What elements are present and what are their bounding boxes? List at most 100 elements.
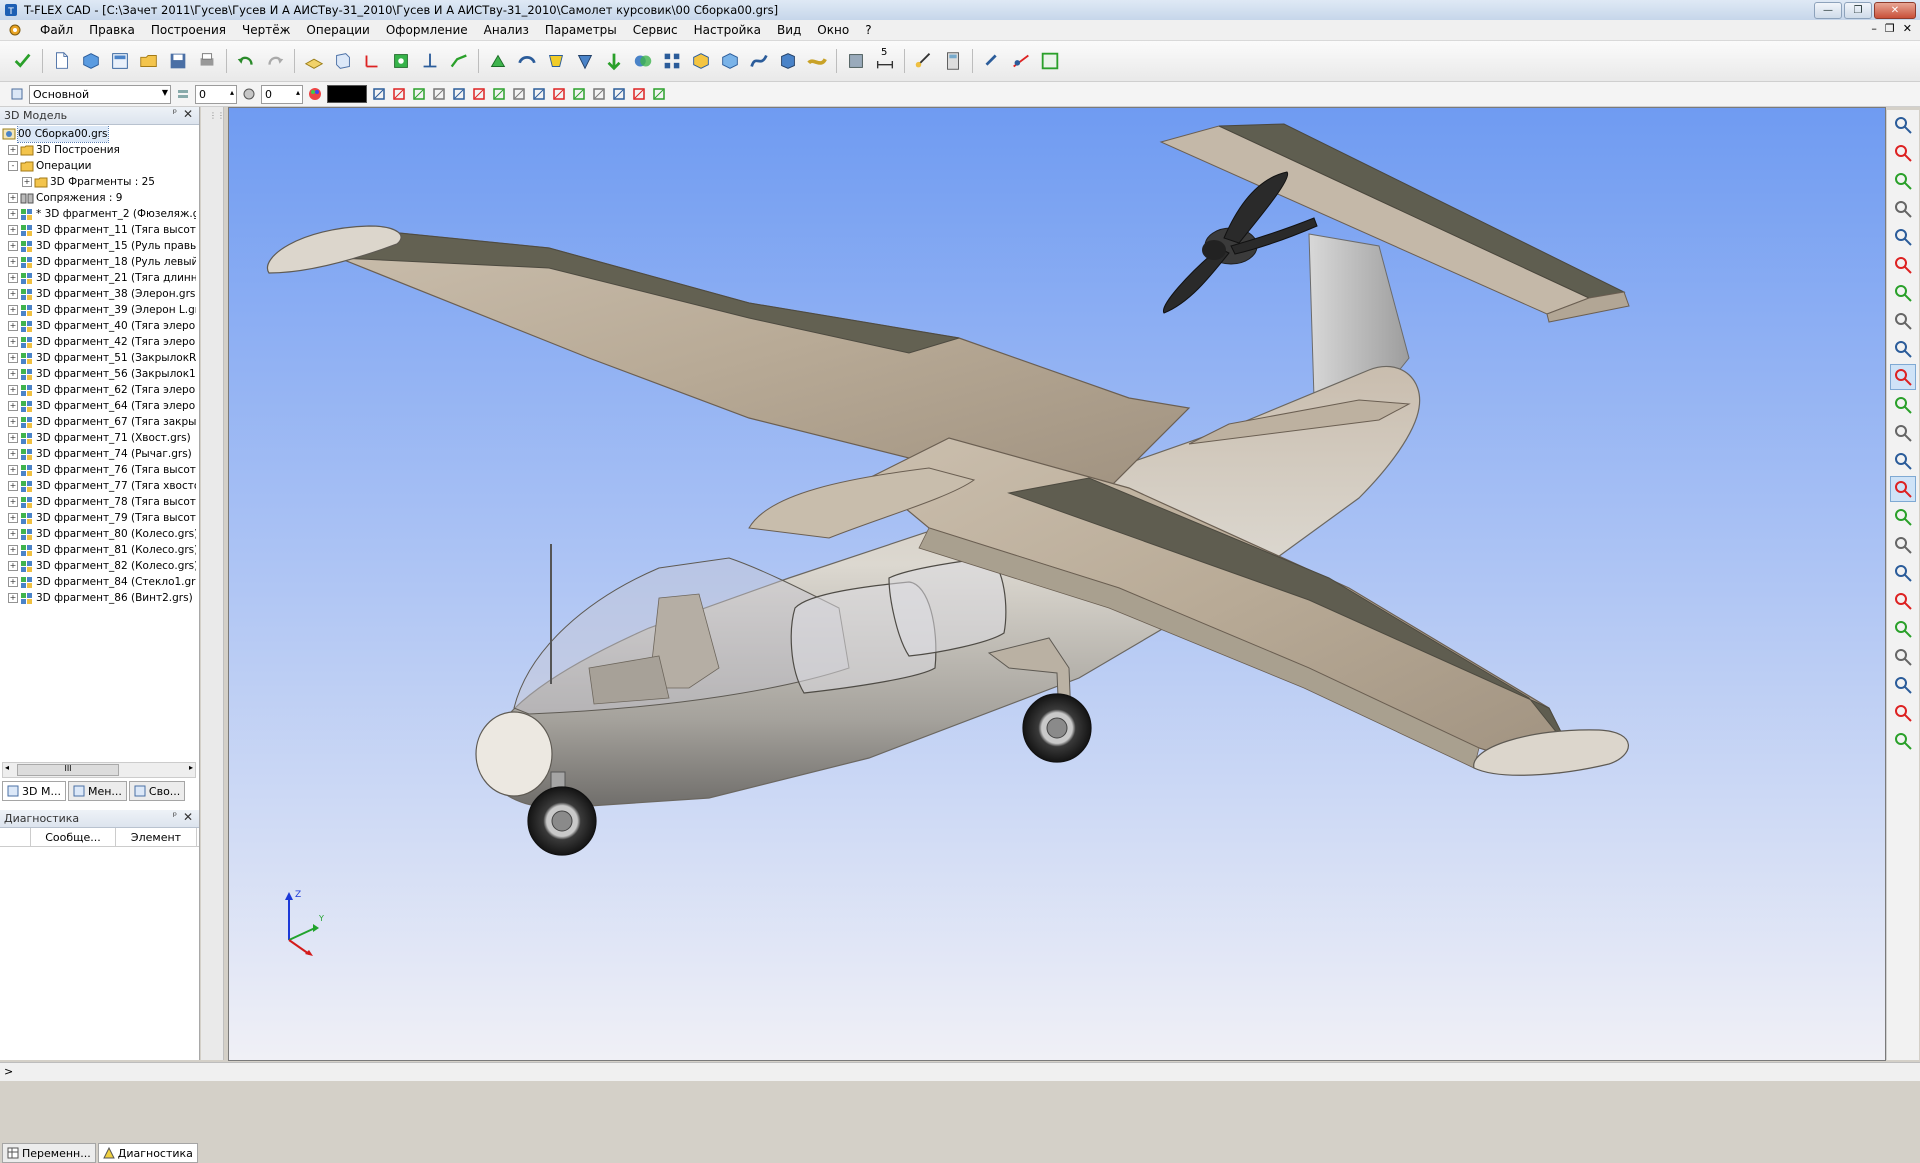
expand-toggle-icon[interactable]: +	[8, 385, 18, 395]
tree-item[interactable]: +3D фрагмент_40 (Тяга элерон	[0, 318, 196, 334]
shaded-icon[interactable]	[1890, 672, 1916, 698]
restore-button[interactable]: ❐	[1844, 2, 1872, 19]
menu-item-4[interactable]: Операции	[298, 23, 377, 37]
color-swatch[interactable]	[327, 85, 367, 103]
expand-toggle-icon[interactable]: +	[8, 465, 18, 475]
expand-toggle-icon[interactable]: +	[8, 545, 18, 555]
attribute-icon[interactable]	[390, 85, 408, 103]
grid-icon[interactable]	[450, 85, 468, 103]
zoom-out-icon[interactable]	[1890, 308, 1916, 334]
new-drawing-icon[interactable]	[107, 49, 133, 73]
panel-tab-0[interactable]: 3D М...	[2, 781, 66, 801]
new-3d-model-icon[interactable]	[78, 49, 104, 73]
magnet-icon[interactable]	[1890, 112, 1916, 138]
layer-icon[interactable]	[8, 85, 26, 103]
select-object-icon[interactable]	[1890, 364, 1916, 390]
node-icon[interactable]	[388, 49, 414, 73]
select-filter-icon[interactable]	[1890, 392, 1916, 418]
expand-toggle-icon[interactable]: +	[8, 241, 18, 251]
tree-item[interactable]: +3D фрагмент_56 (Закрылок1.(	[0, 366, 196, 382]
extrude-icon[interactable]	[485, 49, 511, 73]
snap-off-icon[interactable]	[430, 85, 448, 103]
check-cube-icon[interactable]	[1890, 560, 1916, 586]
select-face-icon[interactable]	[1890, 476, 1916, 502]
select-vertex-icon[interactable]	[1890, 504, 1916, 530]
expand-toggle-icon[interactable]: +	[8, 449, 18, 459]
tree-item[interactable]: +3D фрагмент_64 (Тяга элерон	[0, 398, 196, 414]
path-icon[interactable]	[446, 49, 472, 73]
undo-icon[interactable]	[233, 49, 259, 73]
expand-toggle-icon[interactable]: +	[8, 257, 18, 267]
expand-toggle-icon[interactable]: +	[8, 561, 18, 571]
menu-item-7[interactable]: Параметры	[537, 23, 625, 37]
close-button[interactable]: ✕	[1874, 2, 1916, 19]
tree-item[interactable]: +3D фрагмент_21 (Тяга длинна	[0, 270, 196, 286]
panel-splitter[interactable]: ⋮⋮	[201, 107, 225, 1060]
center-snap-icon[interactable]	[570, 85, 588, 103]
zoom-in-icon[interactable]	[1890, 280, 1916, 306]
array-icon[interactable]	[659, 49, 685, 73]
command-prompt[interactable]: >	[4, 1065, 13, 1078]
tree-item[interactable]: +3D фрагмент_42 (Тяга элерон	[0, 334, 196, 350]
copy-view-icon[interactable]	[1890, 532, 1916, 558]
tree-item[interactable]: +3D Построения	[0, 142, 196, 158]
layer-select[interactable]: Основной ▼	[29, 84, 171, 104]
snap-icon[interactable]	[410, 85, 428, 103]
airplane-model-view[interactable]: Z Y	[229, 108, 1885, 1060]
mdi-minimize-button[interactable]: –	[1871, 22, 1877, 35]
tree-item[interactable]: +3D фрагмент_62 (Тяга элерон	[0, 382, 196, 398]
expand-toggle-icon[interactable]: +	[8, 145, 18, 155]
expand-toggle-icon[interactable]: -	[8, 161, 18, 171]
expand-toggle-icon[interactable]: +	[8, 433, 18, 443]
save-icon[interactable]	[165, 49, 191, 73]
tree-horizontal-scrollbar[interactable]: ◂ III ▸	[2, 762, 196, 778]
tree-item[interactable]: +3D фрагмент_78 (Тяга высоты	[0, 494, 196, 510]
tree-item[interactable]: + * 3D фрагмент_2 (Фюзеляж.g	[0, 206, 196, 222]
zoom-window-icon[interactable]	[1890, 196, 1916, 222]
level-input[interactable]: 0 ▴	[195, 84, 237, 104]
measure-icon[interactable]	[911, 49, 937, 73]
bottom-tab-0[interactable]: Переменн...	[2, 1143, 96, 1163]
tree-item[interactable]: +3D фрагмент_86 (Винт2.grs)	[0, 590, 196, 606]
tree-item[interactable]: - Операции	[0, 158, 196, 174]
scroll-left-icon[interactable]: ◂	[5, 763, 9, 772]
menu-item-12[interactable]: ?	[857, 23, 879, 37]
section-icon[interactable]	[610, 85, 628, 103]
fragment-insert-icon[interactable]	[1037, 49, 1063, 73]
model-panel-close-button[interactable]: ✕	[183, 107, 193, 121]
loft-icon[interactable]	[543, 49, 569, 73]
tangent-snap-icon[interactable]	[550, 85, 568, 103]
bottom-tab-1[interactable]: Диагностика	[97, 1143, 198, 1163]
expand-toggle-icon[interactable]: +	[8, 337, 18, 347]
tree-item[interactable]: +3D Фрагменты : 25	[0, 174, 196, 190]
ortho-icon[interactable]	[470, 85, 488, 103]
intersect-snap-icon[interactable]	[530, 85, 548, 103]
expand-toggle-icon[interactable]: +	[8, 273, 18, 283]
axis-icon[interactable]	[417, 49, 443, 73]
expand-toggle-icon[interactable]: +	[8, 513, 18, 523]
tree-item[interactable]: +3D фрагмент_15 (Руль правый	[0, 238, 196, 254]
tree-item[interactable]: +3D фрагмент_18 (Руль левый.	[0, 254, 196, 270]
tree-item[interactable]: +3D фрагмент_79 (Тяга высоты	[0, 510, 196, 526]
redo-icon[interactable]	[262, 49, 288, 73]
expand-toggle-icon[interactable]: +	[22, 177, 32, 187]
expand-toggle-icon[interactable]: +	[8, 193, 18, 203]
check-body-icon[interactable]	[1890, 588, 1916, 614]
zoom-all-icon[interactable]	[1890, 224, 1916, 250]
select-body-icon[interactable]	[1890, 420, 1916, 446]
chamfer-icon[interactable]	[717, 49, 743, 73]
sweep-icon[interactable]	[601, 49, 627, 73]
color-palette-icon[interactable]	[306, 85, 324, 103]
filter-icon[interactable]	[370, 85, 388, 103]
expand-toggle-icon[interactable]: +	[8, 417, 18, 427]
expand-toggle-icon[interactable]: +	[8, 369, 18, 379]
diagnostics-column-header[interactable]: Сообще...	[31, 828, 116, 846]
body-icon[interactable]	[775, 49, 801, 73]
spline-icon[interactable]	[746, 49, 772, 73]
expand-toggle-icon[interactable]: +	[8, 225, 18, 235]
expand-toggle-icon[interactable]: +	[8, 497, 18, 507]
menu-item-1[interactable]: Правка	[81, 23, 143, 37]
constraint-icon[interactable]	[1008, 49, 1034, 73]
minimize-button[interactable]: —	[1814, 2, 1842, 19]
tree-item[interactable]: +3D фрагмент_76 (Тяга высоты	[0, 462, 196, 478]
